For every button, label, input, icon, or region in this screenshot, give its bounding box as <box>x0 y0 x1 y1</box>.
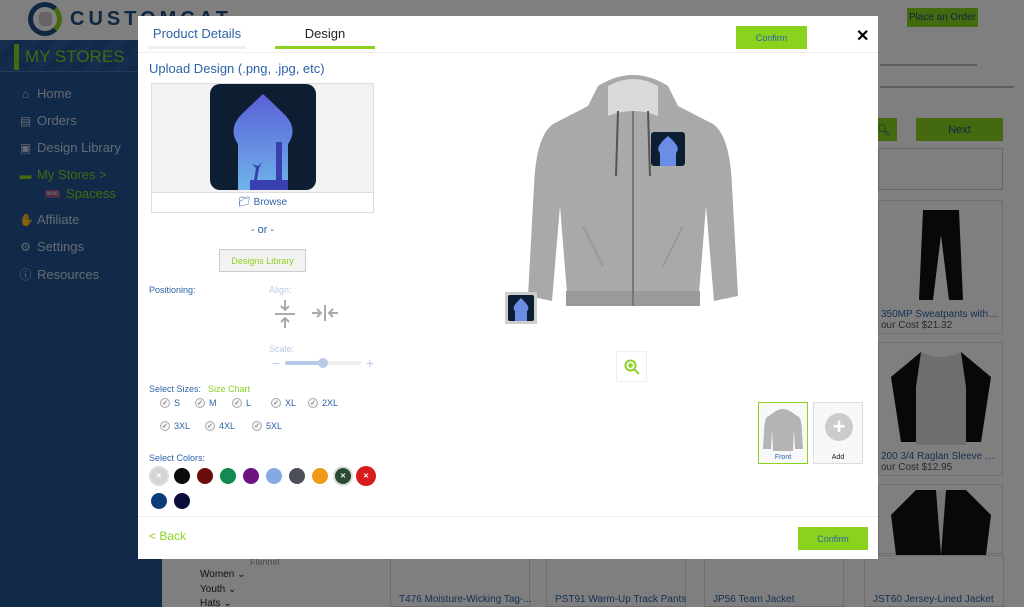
size-label: 5XL <box>266 421 283 431</box>
size-chart-link[interactable]: Size Chart <box>208 384 250 394</box>
zoom-in-icon <box>624 359 640 375</box>
product-mockup <box>518 66 748 328</box>
upload-dropzone[interactable]: 📁︎ Browse <box>151 83 374 213</box>
color-swatch[interactable] <box>151 468 167 484</box>
checkbox[interactable]: ✓ <box>160 398 170 408</box>
size-option[interactable]: ✓ 5XL <box>252 421 282 431</box>
color-swatch[interactable] <box>151 493 167 509</box>
tab-design[interactable]: Design <box>275 26 375 49</box>
size-option[interactable]: ✓ 4XL <box>205 421 235 431</box>
align-vertical-center-icon[interactable] <box>274 299 296 329</box>
align-horizontal-center-icon[interactable] <box>311 304 339 322</box>
scale-slider[interactable] <box>285 358 361 368</box>
checkbox[interactable]: ✓ <box>205 421 215 431</box>
size-label: 3XL <box>174 421 191 431</box>
scale-decrease-button[interactable]: − <box>269 356 283 370</box>
view-label: Front <box>774 454 792 461</box>
color-swatch[interactable] <box>220 468 236 484</box>
scale-increase-button[interactable]: + <box>363 356 377 370</box>
divider <box>138 52 878 53</box>
checkbox[interactable]: ✓ <box>271 398 281 408</box>
color-swatch[interactable] <box>289 468 305 484</box>
scale-slider-thumb[interactable] <box>318 358 328 368</box>
color-swatch[interactable] <box>312 468 328 484</box>
select-sizes-label: Select Sizes: <box>149 384 202 394</box>
checkbox[interactable]: ✓ <box>195 398 205 408</box>
positioning-label: Positioning: <box>149 285 196 295</box>
divider <box>138 516 878 517</box>
back-button[interactable]: < Back <box>149 529 186 543</box>
confirm-button-bottom[interactable]: Confirm <box>798 527 868 550</box>
scale-label: Scale: <box>269 344 295 354</box>
design-preview-image <box>210 84 316 190</box>
view-label: Add <box>831 454 845 461</box>
size-option[interactable]: ✓ 2XL <box>308 398 338 408</box>
size-option[interactable]: ✓ XL <box>271 398 296 408</box>
color-swatch[interactable] <box>335 468 351 484</box>
color-swatch[interactable] <box>243 468 259 484</box>
browse-button[interactable]: 📁︎ Browse <box>152 192 373 212</box>
hoodie-thumbnail <box>763 409 803 451</box>
design-thumbnail <box>508 295 534 321</box>
size-option[interactable]: ✓ 3XL <box>160 421 190 431</box>
browse-label: Browse <box>253 197 288 208</box>
checkbox[interactable]: ✓ <box>252 421 262 431</box>
size-option[interactable]: ✓ S <box>160 398 180 408</box>
select-colors-label: Select Colors: <box>149 453 206 463</box>
design-modal: Product Details Design Confirm ✕ Upload … <box>138 16 878 559</box>
checkbox[interactable]: ✓ <box>308 398 318 408</box>
folder-upload-icon: 📁︎ <box>237 197 251 208</box>
size-label: 2XL <box>322 398 339 408</box>
designs-library-button[interactable]: Designs Library <box>219 249 306 272</box>
design-placement[interactable] <box>651 132 685 166</box>
size-option[interactable]: ✓ L <box>232 398 251 408</box>
size-label: 4XL <box>219 421 236 431</box>
size-label: L <box>246 398 252 408</box>
size-label: S <box>174 398 181 408</box>
color-swatch[interactable] <box>266 468 282 484</box>
color-swatch[interactable] <box>174 493 190 509</box>
scale-control: − + <box>269 356 377 370</box>
plus-icon: + <box>825 413 853 441</box>
view-front[interactable]: Front <box>758 402 808 464</box>
tab-product-details[interactable]: Product Details <box>148 26 246 49</box>
zoom-in-button[interactable] <box>616 351 647 382</box>
size-option[interactable]: ✓ M <box>195 398 217 408</box>
align-label: Align: <box>269 285 292 295</box>
or-separator: - or - <box>250 224 275 236</box>
size-label: XL <box>285 398 297 408</box>
checkbox[interactable]: ✓ <box>160 421 170 431</box>
add-view-button[interactable]: + Add <box>813 402 863 464</box>
checkbox[interactable]: ✓ <box>232 398 242 408</box>
design-thumbnail-handle[interactable] <box>505 292 537 324</box>
size-label: M <box>209 398 217 408</box>
close-icon[interactable]: ✕ <box>856 26 869 46</box>
confirm-button-top[interactable]: Confirm <box>736 26 807 49</box>
color-swatch[interactable] <box>197 468 213 484</box>
upload-design-title: Upload Design (.png, .jpg, etc) <box>149 61 325 76</box>
color-swatch[interactable] <box>358 468 374 484</box>
color-swatch[interactable] <box>174 468 190 484</box>
